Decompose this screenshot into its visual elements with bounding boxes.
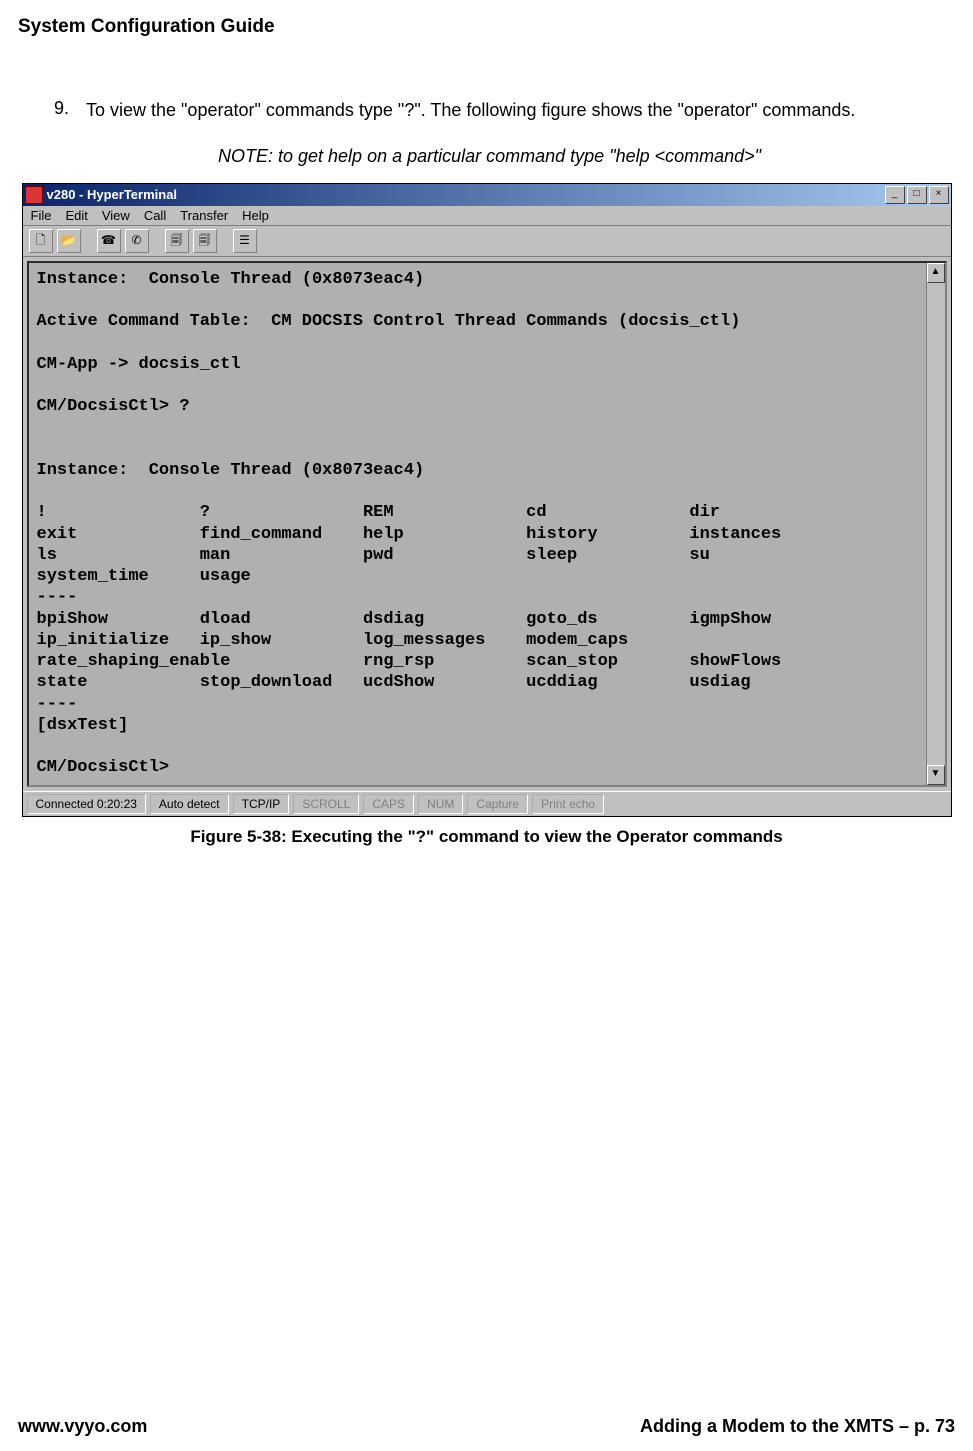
terminal-frame: Instance: Console Thread (0x8073eac4) Ac… [27, 261, 947, 787]
vertical-scrollbar[interactable]: ▲ ▼ [926, 263, 945, 785]
terminal-output[interactable]: Instance: Console Thread (0x8073eac4) Ac… [29, 263, 926, 785]
toolbar-properties-icon[interactable]: ☰ [233, 229, 257, 253]
menu-transfer[interactable]: Transfer [180, 208, 228, 223]
window-title: v280 - HyperTerminal [47, 187, 178, 202]
status-scroll: SCROLL [293, 794, 359, 814]
menu-view[interactable]: View [102, 208, 130, 223]
titlebar: v280 - HyperTerminal _ □ × [23, 184, 951, 206]
step-item: 9. To view the "operator" commands type … [54, 98, 955, 122]
close-button[interactable]: × [929, 186, 949, 204]
figure-caption: Figure 5-38: Executing the "?" command t… [18, 827, 955, 847]
scroll-down-icon[interactable]: ▼ [927, 765, 945, 785]
note-text: NOTE: to get help on a particular comman… [218, 144, 778, 168]
status-num: NUM [418, 794, 463, 814]
maximize-button[interactable]: □ [907, 186, 927, 204]
hyperterminal-window: v280 - HyperTerminal _ □ × File Edit Vie… [22, 183, 952, 817]
toolbar-disconnect-icon[interactable]: ✆ [125, 229, 149, 253]
step-text: To view the "operator" commands type "?"… [86, 98, 855, 122]
minimize-button[interactable]: _ [885, 186, 905, 204]
step-number: 9. [54, 98, 86, 122]
menu-call[interactable]: Call [144, 208, 166, 223]
menu-file[interactable]: File [31, 208, 52, 223]
footer-pageinfo: Adding a Modem to the XMTS – p. 73 [640, 1416, 955, 1437]
status-detect: Auto detect [150, 794, 229, 814]
status-connected: Connected 0:20:23 [27, 794, 146, 814]
status-capture: Capture [467, 794, 528, 814]
statusbar: Connected 0:20:23 Auto detect TCP/IP SCR… [23, 791, 951, 816]
toolbar-new-icon[interactable]: 🗋 [29, 229, 53, 253]
menu-edit[interactable]: Edit [65, 208, 87, 223]
app-icon [25, 186, 43, 204]
toolbar-open-icon[interactable]: 📂 [57, 229, 81, 253]
toolbar-connect-icon[interactable]: ☎ [97, 229, 121, 253]
scroll-up-icon[interactable]: ▲ [927, 263, 945, 283]
status-protocol: TCP/IP [233, 794, 290, 814]
status-printecho: Print echo [532, 794, 604, 814]
menubar: File Edit View Call Transfer Help [23, 206, 951, 226]
toolbar-send-icon[interactable]: 🗐 [165, 229, 189, 253]
status-caps: CAPS [363, 794, 414, 814]
footer-url: www.vyyo.com [18, 1416, 147, 1437]
toolbar: 🗋 📂 ☎ ✆ 🗐 🗐 ☰ [23, 226, 951, 257]
toolbar-receive-icon[interactable]: 🗐 [193, 229, 217, 253]
doc-title: System Configuration Guide [18, 16, 955, 38]
menu-help[interactable]: Help [242, 208, 269, 223]
page-footer: www.vyyo.com Adding a Modem to the XMTS … [18, 1416, 955, 1437]
